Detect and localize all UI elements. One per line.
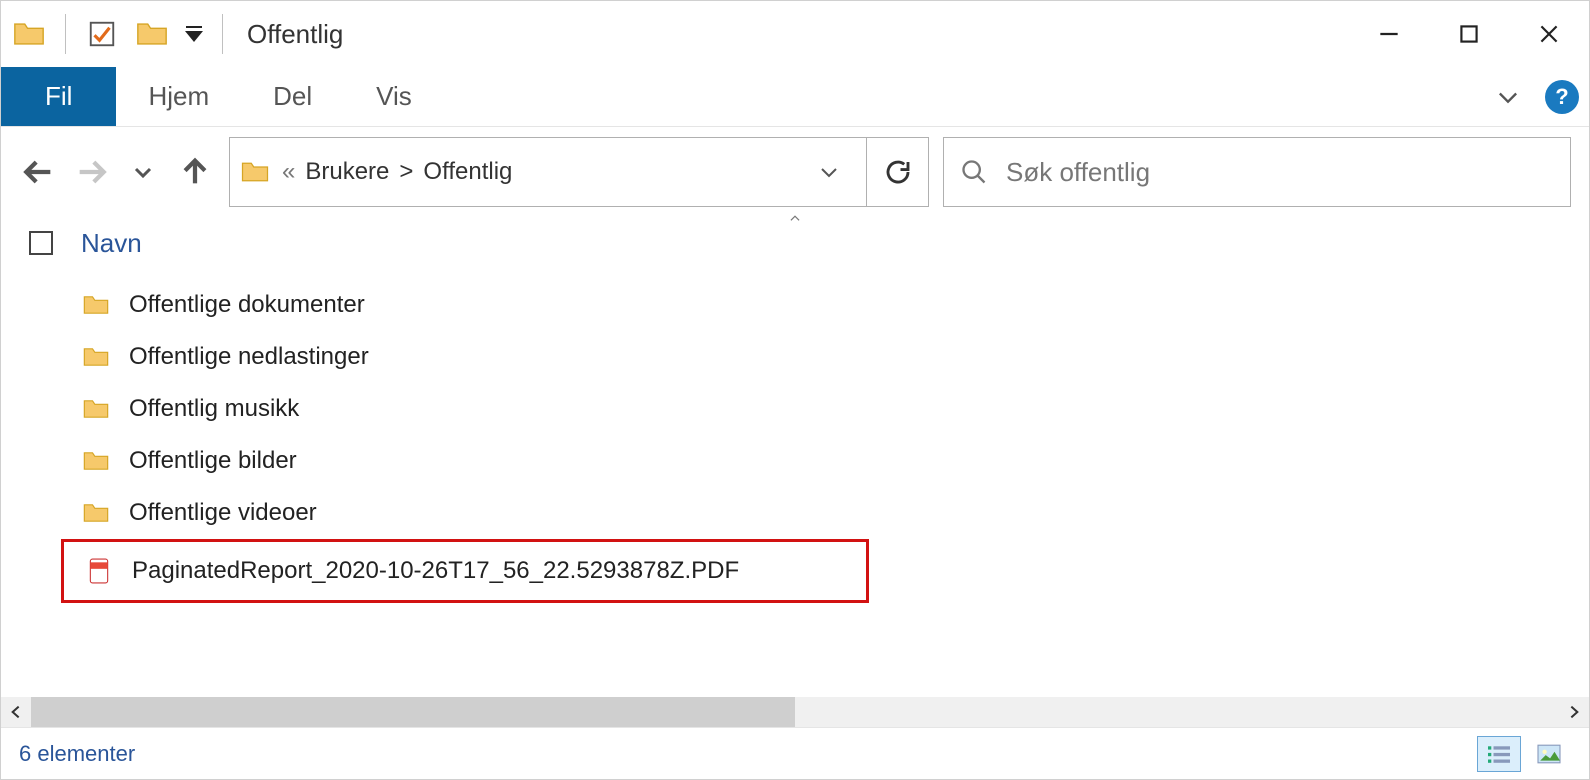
list-item[interactable]: Offentlige dokumenter (1, 279, 1589, 331)
pdf-icon (84, 556, 114, 586)
status-text: 6 elementer (19, 741, 135, 767)
navigation-bar: « Brukere > Offentlig Søk offentlig (1, 127, 1589, 217)
thumbnails-view-button[interactable] (1527, 736, 1571, 772)
list-item[interactable]: PaginatedReport_2020-10-26T17_56_22.5293… (61, 539, 869, 603)
address-folder-icon (240, 157, 270, 187)
folder-icon (81, 342, 111, 372)
list-item-label: Offentlige bilder (129, 447, 297, 475)
help-icon: ? (1545, 80, 1579, 114)
folder-app-icon (9, 14, 49, 54)
tab-share[interactable]: Del (241, 67, 344, 126)
maximize-button[interactable] (1429, 5, 1509, 63)
list-item[interactable]: Offentlige bilder (1, 435, 1589, 487)
tab-view[interactable]: Vis (344, 67, 444, 126)
status-bar: 6 elementer (1, 727, 1589, 779)
list-item[interactable]: Offentlig musikk (1, 383, 1589, 435)
search-placeholder: Søk offentlig (1006, 157, 1150, 188)
breadcrumb-prefix: « (282, 158, 295, 186)
scroll-track[interactable] (31, 697, 1559, 727)
list-item-label: Offentlige nedlastinger (129, 343, 369, 371)
select-all-checkbox[interactable] (29, 231, 53, 255)
window-controls (1349, 5, 1589, 63)
breadcrumb: « Brukere > Offentlig (282, 158, 792, 186)
refresh-button[interactable] (866, 138, 928, 206)
folder-icon (81, 394, 111, 424)
nav-arrows (19, 152, 215, 192)
separator (222, 14, 223, 54)
column-header: Navn (1, 217, 1589, 269)
file-list: Offentlige dokumenter Offentlige nedlasti… (1, 269, 1589, 697)
separator (65, 14, 66, 54)
details-view-button[interactable] (1477, 736, 1521, 772)
properties-icon[interactable] (82, 14, 122, 54)
collapse-ribbon-button[interactable] (1481, 67, 1535, 126)
list-item[interactable]: Offentlige videoer (1, 487, 1589, 539)
close-button[interactable] (1509, 5, 1589, 63)
breadcrumb-parent[interactable]: Brukere (305, 158, 389, 186)
view-switcher (1477, 736, 1571, 772)
list-item-label: PaginatedReport_2020-10-26T17_56_22.5293… (132, 557, 739, 585)
up-button[interactable] (175, 152, 215, 192)
scroll-thumb[interactable] (31, 697, 795, 727)
breadcrumb-separator: > (399, 158, 413, 186)
folder-icon (81, 446, 111, 476)
list-item-label: Offentlige videoer (129, 499, 317, 527)
list-item[interactable]: Offentlige nedlastinger (1, 331, 1589, 383)
scroll-right-icon[interactable] (1559, 697, 1589, 727)
collapse-panel-icon[interactable] (785, 211, 805, 230)
back-button[interactable] (19, 152, 59, 192)
minimize-button[interactable] (1349, 5, 1429, 63)
quick-access-toolbar (9, 14, 229, 54)
list-item-label: Offentlige dokumenter (129, 291, 365, 319)
address-dropdown-icon[interactable] (804, 160, 854, 184)
ribbon-tabs: Fil Hjem Del Vis ? (1, 67, 1589, 127)
recent-locations-button[interactable] (123, 152, 163, 192)
window-title: Offentlig (247, 19, 343, 50)
qat-dropdown-icon[interactable] (182, 14, 206, 54)
tab-home[interactable]: Hjem (116, 67, 241, 126)
title-bar: Offentlig (1, 1, 1589, 67)
tab-file[interactable]: Fil (1, 67, 116, 126)
breadcrumb-current[interactable]: Offentlig (423, 158, 512, 186)
address-bar[interactable]: « Brukere > Offentlig (229, 137, 929, 207)
search-icon (960, 158, 988, 186)
column-name-header[interactable]: Navn (81, 228, 142, 259)
horizontal-scrollbar[interactable] (1, 697, 1589, 727)
list-item-label: Offentlig musikk (129, 395, 299, 423)
help-button[interactable]: ? (1535, 67, 1589, 126)
new-folder-icon[interactable] (132, 14, 172, 54)
scroll-left-icon[interactable] (1, 697, 31, 727)
folder-icon (81, 498, 111, 528)
forward-button[interactable] (71, 152, 111, 192)
folder-icon (81, 290, 111, 320)
search-box[interactable]: Søk offentlig (943, 137, 1571, 207)
